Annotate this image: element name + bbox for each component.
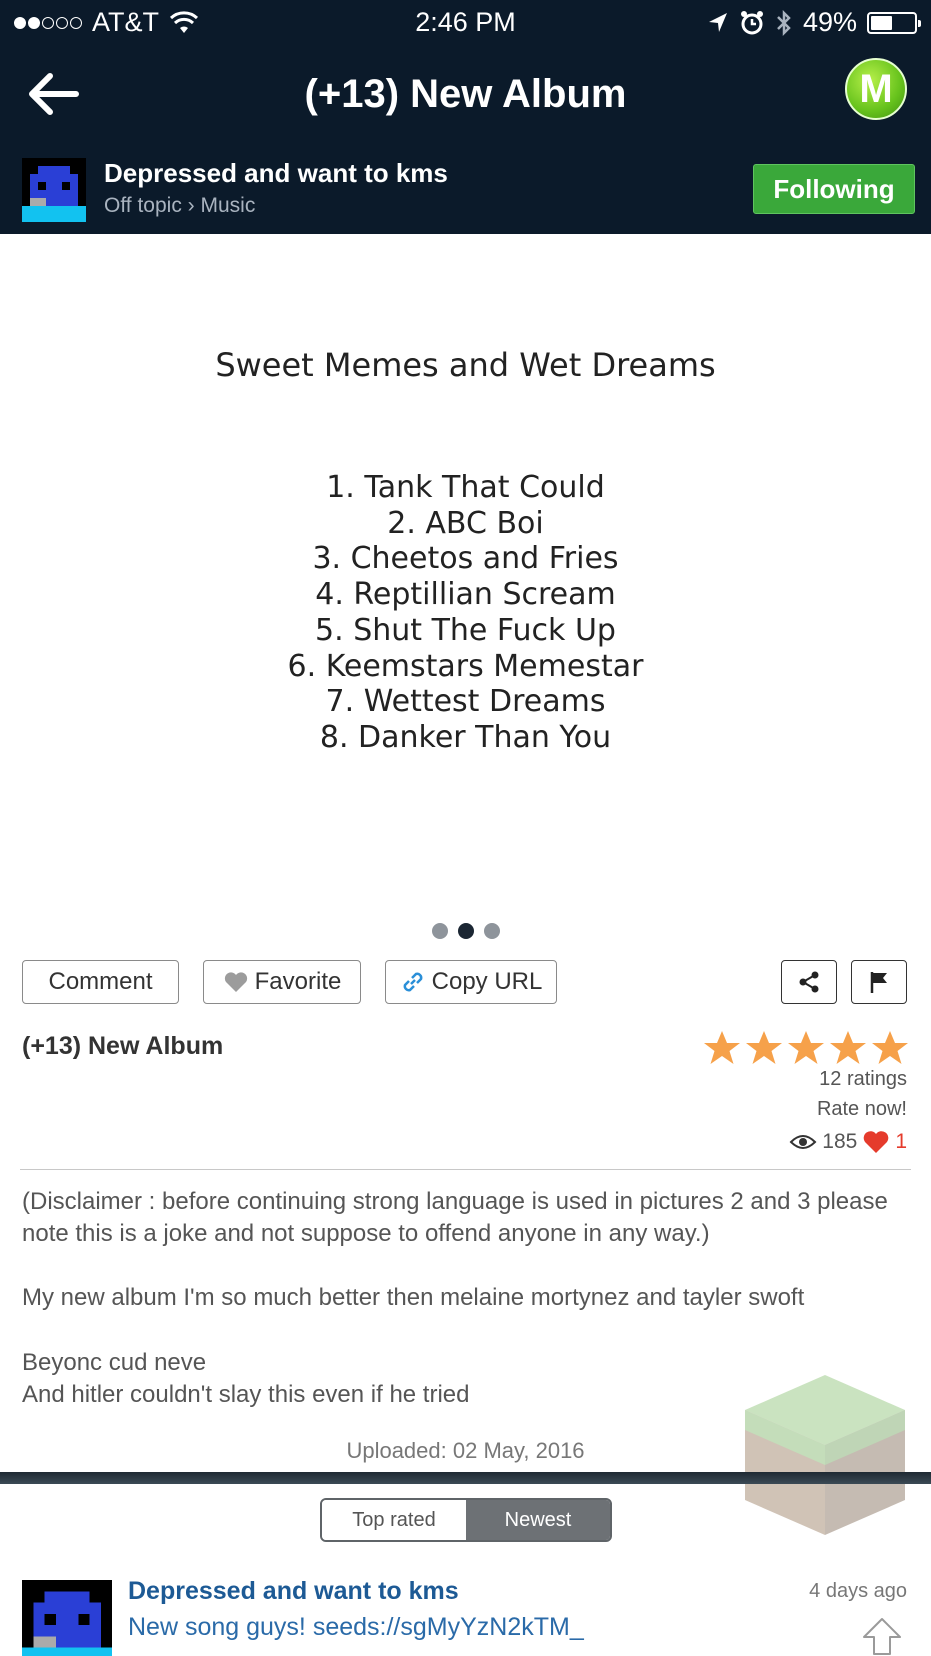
track-item: 2. ABC Boi bbox=[387, 505, 544, 541]
copy-url-button-label: Copy URL bbox=[431, 968, 543, 995]
pager-dot[interactable] bbox=[431, 923, 448, 939]
view-count: 185 bbox=[822, 1130, 858, 1153]
page-title: (+13) New Album bbox=[304, 72, 627, 116]
description-paragraph: My new album I'm so much better then mel… bbox=[22, 1284, 805, 1311]
flag-icon bbox=[870, 972, 887, 993]
eye-icon bbox=[789, 1135, 817, 1149]
author-name[interactable]: Depressed and want to kms bbox=[104, 158, 448, 189]
location-arrow-icon bbox=[708, 12, 727, 32]
star-icon[interactable] bbox=[829, 1030, 867, 1066]
comment-button[interactable]: Comment bbox=[22, 960, 179, 1004]
star-icon[interactable] bbox=[703, 1030, 741, 1066]
comment-author[interactable]: Depressed and want to kms bbox=[128, 1577, 459, 1606]
divider bbox=[20, 1169, 911, 1170]
ratings-count: 12 ratings bbox=[819, 1068, 907, 1090]
favorite-button[interactable]: Favorite bbox=[203, 960, 361, 1004]
album-title: Sweet Memes and Wet Dreams bbox=[215, 346, 716, 384]
track-item: 5. Shut The Fuck Up bbox=[315, 612, 616, 648]
comment-avatar[interactable] bbox=[22, 1580, 112, 1656]
nav-bar: (+13) New Album M bbox=[0, 46, 931, 146]
track-item: 7. Wettest Dreams bbox=[325, 684, 606, 720]
author-bar: Depressed and want to kms Off topic › Mu… bbox=[0, 146, 931, 234]
favorite-button-label: Favorite bbox=[254, 968, 342, 995]
sort-newest-tab[interactable]: Newest bbox=[466, 1500, 610, 1540]
track-item: 4. Reptillian Scream bbox=[315, 577, 616, 613]
track-item: 1. Tank That Could bbox=[326, 470, 605, 505]
track-item: 6. Keemstars Memestar bbox=[287, 648, 644, 684]
upvote-arrow-icon[interactable] bbox=[861, 1616, 903, 1656]
author-avatar[interactable] bbox=[22, 158, 86, 222]
battery-percent: 49% bbox=[802, 7, 857, 37]
track-item: 3. Cheetos and Fries bbox=[312, 541, 619, 577]
report-flag-button[interactable] bbox=[851, 960, 907, 1004]
star-icon[interactable] bbox=[745, 1030, 783, 1066]
status-bar: AT&T 2:46 PM 49% bbox=[0, 0, 931, 46]
track-list: 1. Tank That Could 2. ABC Boi 3. Cheetos… bbox=[0, 470, 931, 756]
heart-icon bbox=[224, 972, 247, 992]
album-cover-image[interactable]: Sweet Memes and Wet Dreams 1. Tank That … bbox=[0, 234, 931, 914]
alarm-icon bbox=[740, 10, 763, 34]
pager-dot[interactable] bbox=[457, 923, 474, 939]
comment-sort-control: Top rated Newest bbox=[320, 1498, 612, 1542]
battery-icon bbox=[867, 11, 921, 34]
post-title: (+13) New Album bbox=[22, 1032, 224, 1060]
section-divider-bar bbox=[0, 1472, 931, 1484]
following-button[interactable]: Following bbox=[753, 164, 915, 214]
description-paragraph: (Disclaimer : before continuing strong l… bbox=[22, 1188, 888, 1247]
star-icon[interactable] bbox=[871, 1030, 909, 1066]
star-icon[interactable] bbox=[787, 1030, 825, 1066]
status-right: 49% bbox=[707, 7, 921, 38]
breadcrumb[interactable]: Off topic › Music bbox=[104, 194, 255, 218]
heart-icon bbox=[864, 1131, 889, 1153]
upload-date: Uploaded: 02 May, 2016 bbox=[346, 1438, 585, 1463]
sort-top-rated-tab[interactable]: Top rated bbox=[322, 1500, 466, 1540]
pager-dot[interactable] bbox=[483, 923, 500, 939]
comment-timestamp: 4 days ago bbox=[809, 1580, 907, 1602]
bluetooth-icon bbox=[777, 9, 791, 36]
rating-stars[interactable] bbox=[703, 1030, 909, 1066]
app-logo-button[interactable]: M bbox=[845, 58, 907, 120]
post-stats: 185 1 bbox=[789, 1130, 907, 1154]
share-icon bbox=[799, 971, 819, 993]
image-pager[interactable] bbox=[0, 923, 931, 939]
rate-now-link[interactable]: Rate now! bbox=[817, 1098, 907, 1121]
share-button[interactable] bbox=[781, 960, 837, 1004]
copy-url-button[interactable]: Copy URL bbox=[385, 960, 557, 1004]
link-icon bbox=[403, 972, 423, 992]
comment-button-label: Comment bbox=[48, 968, 153, 995]
track-item: 8. Danker Than You bbox=[319, 719, 612, 755]
comment-text[interactable]: New song guys! seeds://sgMyYzN2kTM_ bbox=[128, 1613, 584, 1642]
like-count: 1 bbox=[895, 1130, 907, 1153]
